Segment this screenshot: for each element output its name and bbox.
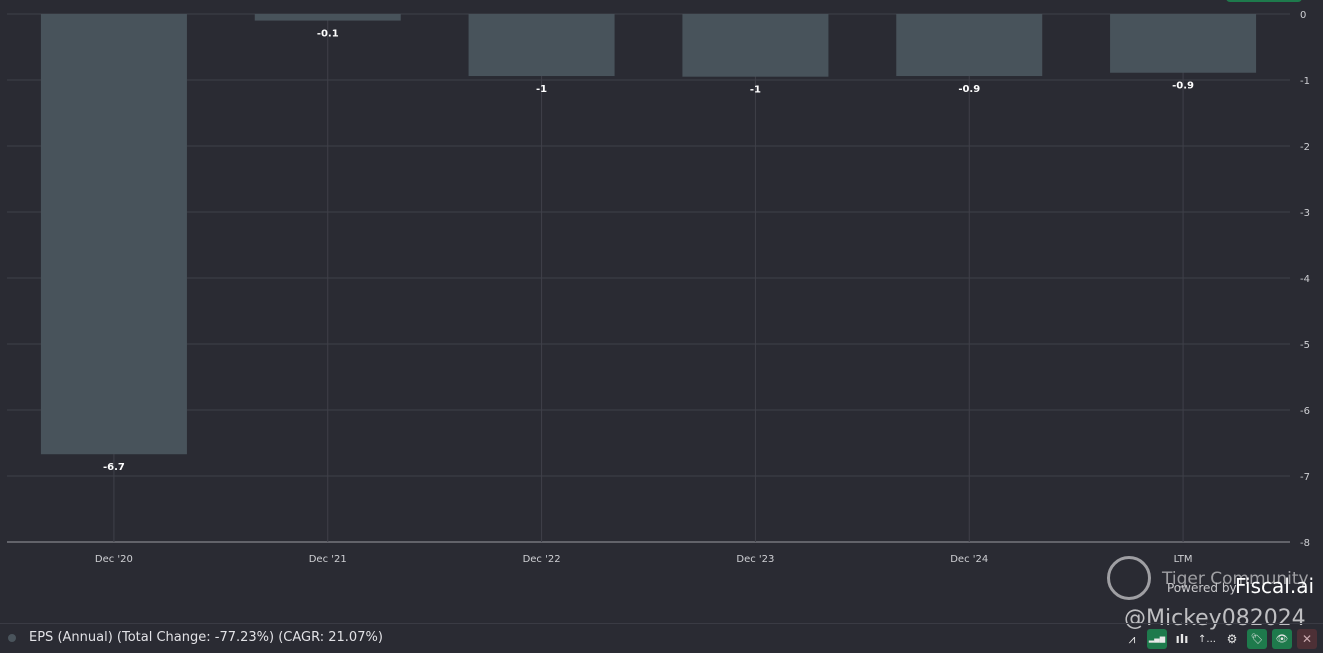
- line-chart-icon: ⩘: [1128, 631, 1136, 646]
- legend-dot-icon: [8, 633, 16, 642]
- eye-icon: 👁: [1275, 633, 1289, 645]
- y-tick-label: -5: [1300, 340, 1310, 351]
- y-tick-label: -1: [1300, 76, 1310, 87]
- y-tick-label: -3: [1300, 208, 1310, 219]
- bar[interactable]: [682, 14, 829, 77]
- data-label: -1: [750, 85, 761, 96]
- data-label: -0.9: [958, 84, 980, 95]
- tag-icon: 🏷: [1250, 633, 1264, 645]
- bar[interactable]: [40, 14, 187, 455]
- grouped-bar-icon: ıIı: [1175, 632, 1189, 646]
- visibility-button[interactable]: 👁: [1272, 629, 1292, 649]
- x-tick-label: LTM: [1174, 554, 1193, 565]
- legend[interactable]: EPS (Annual) (Total Change: -77.23%) (CA…: [8, 630, 383, 645]
- y-tick-label: -7: [1300, 472, 1310, 483]
- divider: [0, 623, 1323, 624]
- eps-bar-chart: 0 -1 -2 -3 -4 -5 -6 -7 -8 -6.7 Dec '20 -0.1 Dec '21 -…: [7, 10, 1310, 565]
- legend-text: EPS (Annual) (Total Change: -77.23%) (CA…: [29, 630, 383, 645]
- y-tick-label: -8: [1300, 538, 1310, 549]
- toolbar: ⩘ ▂▄▆ ıIı ↑... ⚙ 🏷 👁 ✕: [1122, 629, 1317, 649]
- settings-button[interactable]: ⚙: [1222, 629, 1242, 649]
- data-label: -1: [536, 84, 547, 95]
- tiger-logo-icon: [1107, 556, 1151, 600]
- x-tick-label: Dec '24: [950, 554, 988, 565]
- x-tick-label: Dec '21: [309, 554, 347, 565]
- bar[interactable]: [468, 14, 615, 77]
- y-tick-label: -6: [1300, 406, 1310, 417]
- bar[interactable]: [1110, 14, 1257, 73]
- remove-button[interactable]: ✕: [1297, 629, 1317, 649]
- data-label: -0.1: [317, 29, 339, 40]
- watermark-handle: @Mickey082024: [1124, 606, 1306, 631]
- bar-chart-button[interactable]: ▂▄▆: [1147, 629, 1167, 649]
- x-tick-label: Dec '22: [523, 554, 561, 565]
- bar-chart-icon: ▂▄▆: [1148, 635, 1166, 643]
- y-tick-label: 0: [1300, 10, 1306, 21]
- data-label: -0.9: [1172, 81, 1194, 92]
- line-chart-button[interactable]: ⩘: [1122, 629, 1142, 649]
- grouped-bar-button[interactable]: ıIı: [1172, 629, 1192, 649]
- bar[interactable]: [896, 14, 1043, 77]
- watermark-brand: Fiscal.ai: [1235, 574, 1315, 598]
- watermark-powered-by: Powered by: [1167, 581, 1237, 595]
- data-label: -6.7: [103, 462, 125, 473]
- x-tick-label: Dec '20: [95, 554, 133, 565]
- x-tick-label: Dec '23: [736, 554, 774, 565]
- gear-icon: ⚙: [1226, 632, 1238, 646]
- y-tick-label: -2: [1300, 142, 1310, 153]
- sort-icon: ↑...: [1198, 633, 1216, 645]
- bar[interactable]: [254, 14, 401, 21]
- sort-button[interactable]: ↑...: [1197, 629, 1217, 649]
- close-icon: ✕: [1301, 632, 1313, 646]
- tag-button[interactable]: 🏷: [1247, 629, 1267, 649]
- y-tick-label: -4: [1300, 274, 1310, 285]
